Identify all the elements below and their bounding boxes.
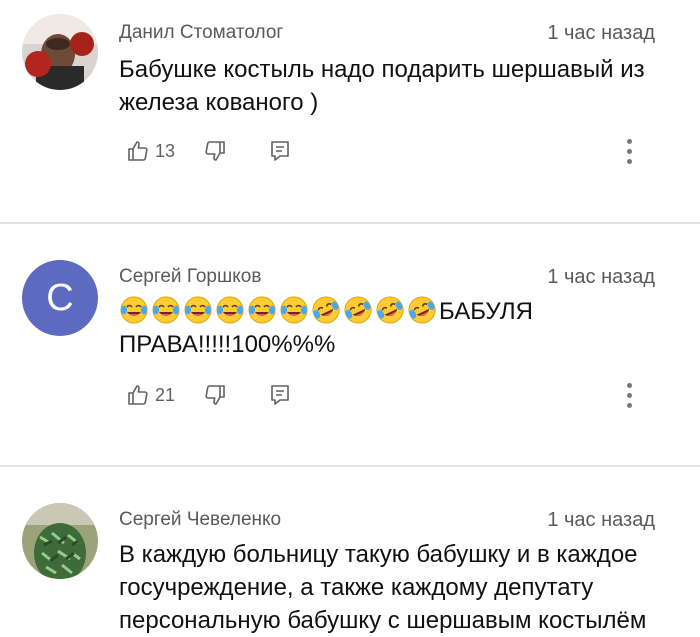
comment-3: Сергей Чевеленко 1 час назад В каждую бо… bbox=[0, 467, 700, 634]
comment-actions: 13 bbox=[126, 136, 291, 166]
comment-author[interactable]: Данил Стоматолог bbox=[119, 22, 283, 44]
tears-of-joy-emoji-icon bbox=[184, 296, 212, 324]
dislike-button[interactable] bbox=[203, 383, 227, 407]
thumbs-down-icon bbox=[205, 385, 225, 405]
rolling-laughing-emoji-icon bbox=[344, 296, 372, 324]
like-button[interactable]: 13 bbox=[126, 139, 175, 163]
thumbs-down-icon bbox=[205, 141, 225, 161]
camo-avatar-icon bbox=[22, 503, 98, 579]
more-options-button[interactable] bbox=[620, 380, 638, 410]
thumbs-up-icon bbox=[128, 385, 148, 405]
comment-time: 1 час назад bbox=[547, 509, 655, 531]
comment-author[interactable]: Сергей Горшков bbox=[119, 266, 261, 288]
comment-time: 1 час назад bbox=[547, 266, 655, 288]
thumbs-up-icon bbox=[128, 141, 148, 161]
comment-1: Данил Стоматолог 1 час назад Бабушке кос… bbox=[0, 0, 700, 224]
like-count: 13 bbox=[155, 140, 176, 161]
reply-button[interactable] bbox=[269, 139, 291, 163]
reply-comment-icon bbox=[271, 141, 289, 161]
rolling-laughing-emoji-icon bbox=[408, 296, 436, 324]
tears-of-joy-emoji-icon bbox=[120, 296, 148, 324]
tears-of-joy-emoji-icon bbox=[280, 296, 308, 324]
dislike-button[interactable] bbox=[203, 139, 227, 163]
comment-author[interactable]: Сергей Чевеленко bbox=[119, 509, 281, 531]
comment-actions: 21 bbox=[126, 380, 291, 410]
rolling-laughing-emoji-icon bbox=[312, 296, 340, 324]
comment-text: Бабушке костыль надо подарить шершавый и… bbox=[119, 56, 645, 116]
avatar[interactable] bbox=[22, 503, 98, 579]
reply-comment-icon bbox=[271, 385, 289, 405]
comment-time: 1 час назад bbox=[547, 22, 655, 44]
tears-of-joy-emoji-icon bbox=[216, 296, 244, 324]
more-options-button[interactable] bbox=[620, 136, 638, 166]
comment-2: С Сергей Горшков 1 час назад БАБУЛЯ ПРАВ… bbox=[0, 224, 700, 466]
avatar[interactable] bbox=[22, 14, 98, 90]
rolling-laughing-emoji-icon bbox=[376, 296, 404, 324]
comment-text: БАБУЛЯ ПРАВА!!!!!100%%% bbox=[119, 295, 549, 361]
avatar[interactable]: С bbox=[22, 260, 98, 336]
tears-of-joy-emoji-icon bbox=[248, 296, 276, 324]
reply-button[interactable] bbox=[269, 383, 291, 407]
like-button[interactable]: 21 bbox=[126, 383, 175, 407]
comment-text: В каждую больницу такую бабушку и в кажд… bbox=[119, 541, 647, 634]
like-count: 21 bbox=[155, 384, 176, 405]
emoji-row bbox=[119, 296, 439, 325]
avatar-letter: С bbox=[46, 276, 74, 319]
tears-of-joy-emoji-icon bbox=[152, 296, 180, 324]
boxer-avatar-icon bbox=[22, 14, 98, 90]
